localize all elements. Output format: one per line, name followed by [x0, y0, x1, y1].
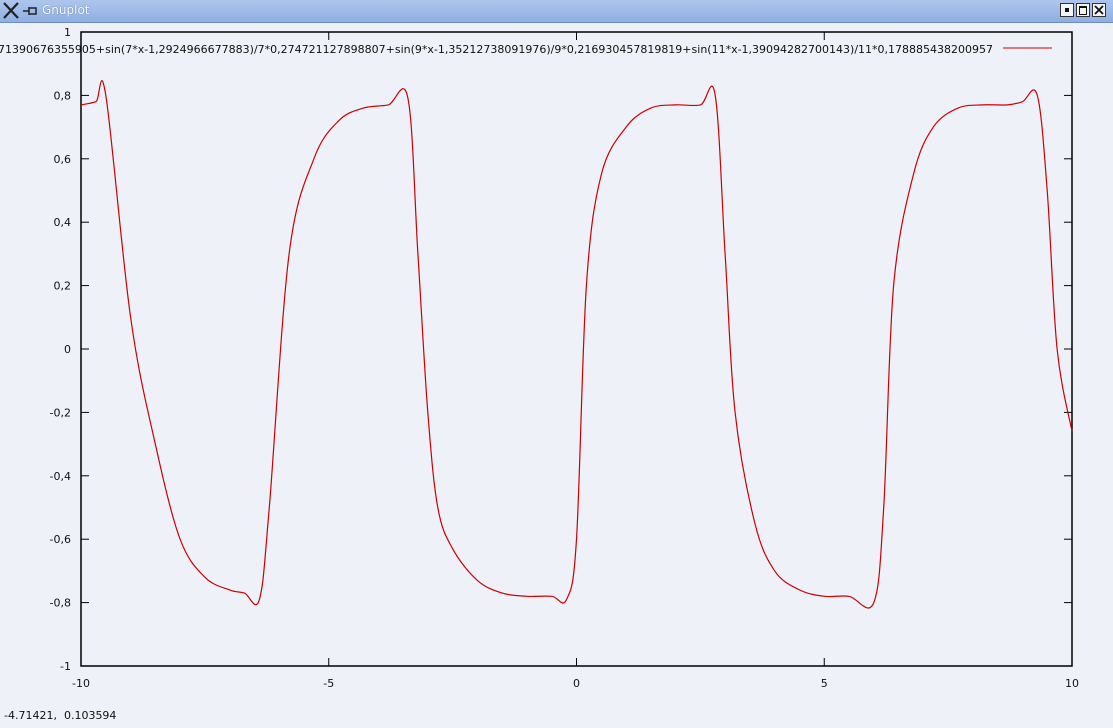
close-button[interactable] — [1092, 3, 1106, 17]
window-title: Gnuplot — [42, 3, 90, 17]
y-tick-label: -0,2 — [50, 406, 71, 419]
x-tick-label: 5 — [821, 677, 828, 690]
chart-svg: -1 -0,8 -0,6 -0,4 -0,2 0 0,2 0,4 0,6 0,8 1 -10 -5 0 5 1… — [0, 26, 1079, 690]
y-tick-label: -0,8 — [50, 597, 71, 610]
maximize-button[interactable] — [1076, 3, 1090, 17]
close-icon — [1094, 5, 1104, 15]
pin-icon[interactable] — [22, 4, 38, 18]
y-tick-label: 1 — [64, 26, 71, 39]
y-tick-label: 0,6 — [54, 153, 72, 166]
series-line — [80, 80, 1073, 609]
y-tick-label: 0,2 — [54, 280, 72, 293]
mouse-coordinates: -4.71421, 0.103594 — [4, 709, 117, 722]
x-tick-label: -10 — [72, 677, 90, 690]
x-tick-label: -5 — [323, 677, 334, 690]
legend-group: 38059)/5*0,371390676355905+sin(7*x-1,292… — [0, 43, 1052, 56]
y-tick-label: 0,4 — [54, 216, 72, 229]
status-bar: -4.71421, 0.103594 — [0, 705, 1113, 728]
axes-group — [80, 31, 1073, 667]
y-tick-label: -0,6 — [50, 533, 71, 546]
minimize-icon — [1065, 8, 1069, 12]
title-bar[interactable]: Gnuplot — [0, 0, 1113, 23]
y-tick-label: 0,8 — [54, 89, 72, 102]
y-tick-label: -1 — [60, 660, 71, 673]
ticks-group: -1 -0,8 -0,6 -0,4 -0,2 0 0,2 0,4 0,6 0,8 1 -10 -5 0 5 1… — [50, 26, 1079, 690]
series-group — [80, 80, 1073, 609]
y-tick-label: 0 — [64, 343, 71, 356]
plot-border — [80, 31, 1073, 667]
legend-label: 38059)/5*0,371390676355905+sin(7*x-1,292… — [0, 43, 993, 56]
maximize-icon — [1079, 6, 1087, 15]
x-tick-label: 0 — [573, 677, 580, 690]
plot-area[interactable]: -1 -0,8 -0,6 -0,4 -0,2 0 0,2 0,4 0,6 0,8 1 -10 -5 0 5 1… — [0, 23, 1113, 705]
x-app-icon[interactable] — [3, 2, 19, 19]
gnuplot-window: Gnuplot -1 -0,8 -0,6 -0,4 -0,2 0 0,2 0,4 0,6 0,8 1… — [0, 0, 1113, 728]
minimize-button[interactable] — [1060, 3, 1074, 17]
y-tick-label: -0,4 — [50, 470, 71, 483]
x-tick-label: 10 — [1065, 677, 1079, 690]
